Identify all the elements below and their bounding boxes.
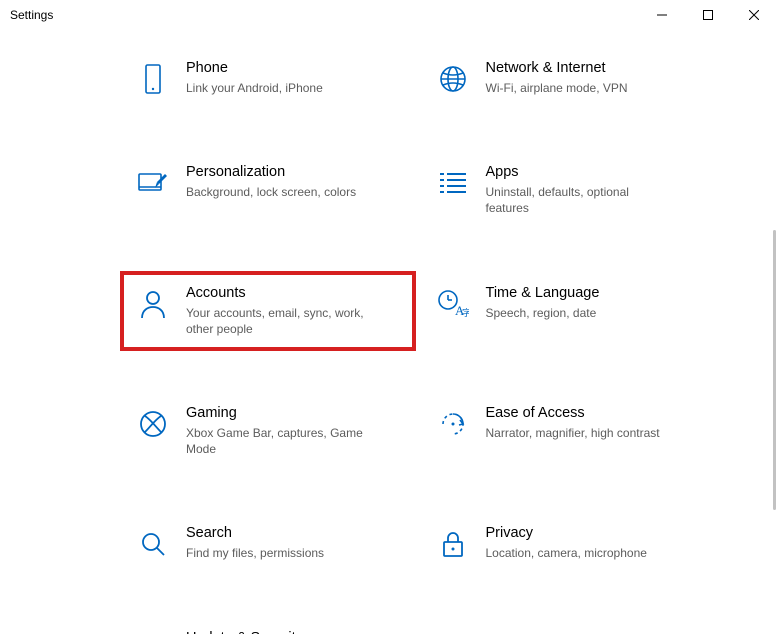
tile-text: Search Find my files, permissions xyxy=(186,525,400,561)
tile-phone[interactable]: Phone Link your Android, iPhone xyxy=(128,54,408,102)
tile-title: Phone xyxy=(186,60,400,76)
window-controls xyxy=(639,0,777,30)
tile-personalization[interactable]: Personalization Background, lock screen,… xyxy=(128,158,408,222)
tile-desc: Location, camera, microphone xyxy=(486,545,666,561)
tile-text: Ease of Access Narrator, magnifier, high… xyxy=(486,405,700,441)
lock-icon xyxy=(436,527,470,561)
globe-icon xyxy=(436,62,470,96)
scrollbar-thumb[interactable] xyxy=(773,230,776,510)
tile-desc: Xbox Game Bar, captures, Game Mode xyxy=(186,425,366,457)
tile-title: Accounts xyxy=(186,285,400,301)
tile-title: Search xyxy=(186,525,400,541)
minimize-icon xyxy=(657,10,667,20)
tile-update-security[interactable]: Update & Security Windows Update, recove… xyxy=(128,624,408,634)
phone-icon xyxy=(136,62,170,96)
content-area: Phone Link your Android, iPhone Network … xyxy=(0,30,777,634)
tile-title: Personalization xyxy=(186,164,400,180)
window-title: Settings xyxy=(10,8,639,22)
person-icon xyxy=(136,287,170,321)
tile-ease-of-access[interactable]: Ease of Access Narrator, magnifier, high… xyxy=(428,399,708,463)
close-button[interactable] xyxy=(731,0,777,30)
tile-text: Time & Language Speech, region, date xyxy=(486,285,700,321)
tile-network[interactable]: Network & Internet Wi-Fi, airplane mode,… xyxy=(428,54,708,102)
tile-apps[interactable]: Apps Uninstall, defaults, optional featu… xyxy=(428,158,708,222)
tile-desc: Link your Android, iPhone xyxy=(186,80,366,96)
paintbrush-icon xyxy=(136,166,170,200)
ease-of-access-icon xyxy=(436,407,470,441)
tile-gaming[interactable]: Gaming Xbox Game Bar, captures, Game Mod… xyxy=(128,399,408,463)
tile-title: Network & Internet xyxy=(486,60,700,76)
tile-title: Update & Security xyxy=(186,630,400,634)
tile-title: Time & Language xyxy=(486,285,700,301)
tile-title: Apps xyxy=(486,164,700,180)
maximize-button[interactable] xyxy=(685,0,731,30)
tile-text: Gaming Xbox Game Bar, captures, Game Mod… xyxy=(186,405,400,457)
svg-text:字: 字 xyxy=(462,307,469,318)
tile-desc: Wi-Fi, airplane mode, VPN xyxy=(486,80,666,96)
tile-text: Update & Security Windows Update, recove… xyxy=(186,630,400,634)
tile-accounts[interactable]: Accounts Your accounts, email, sync, wor… xyxy=(128,279,408,343)
tile-text: Network & Internet Wi-Fi, airplane mode,… xyxy=(486,60,700,96)
tile-desc: Find my files, permissions xyxy=(186,545,366,561)
time-language-icon: A 字 xyxy=(436,287,470,321)
tile-desc: Speech, region, date xyxy=(486,305,666,321)
tile-text: Phone Link your Android, iPhone xyxy=(186,60,400,96)
maximize-icon xyxy=(703,10,713,20)
tile-desc: Background, lock screen, colors xyxy=(186,184,366,200)
settings-grid: Phone Link your Android, iPhone Network … xyxy=(0,30,777,634)
tile-privacy[interactable]: Privacy Location, camera, microphone xyxy=(428,519,708,567)
close-icon xyxy=(749,10,759,20)
tile-title: Ease of Access xyxy=(486,405,700,421)
apps-list-icon xyxy=(436,166,470,200)
tile-text: Privacy Location, camera, microphone xyxy=(486,525,700,561)
tile-title: Gaming xyxy=(186,405,400,421)
tile-time-language[interactable]: A 字 Time & Language Speech, region, date xyxy=(428,279,708,343)
tile-desc: Your accounts, email, sync, work, other … xyxy=(186,305,366,337)
tile-desc: Uninstall, defaults, optional features xyxy=(486,184,666,216)
tile-desc: Narrator, magnifier, high contrast xyxy=(486,425,666,441)
titlebar: Settings xyxy=(0,0,777,30)
tile-text: Personalization Background, lock screen,… xyxy=(186,164,400,200)
minimize-button[interactable] xyxy=(639,0,685,30)
tile-text: Accounts Your accounts, email, sync, wor… xyxy=(186,285,400,337)
xbox-icon xyxy=(136,407,170,441)
search-icon xyxy=(136,527,170,561)
tile-title: Privacy xyxy=(486,525,700,541)
tile-search[interactable]: Search Find my files, permissions xyxy=(128,519,408,567)
tile-text: Apps Uninstall, defaults, optional featu… xyxy=(486,164,700,216)
